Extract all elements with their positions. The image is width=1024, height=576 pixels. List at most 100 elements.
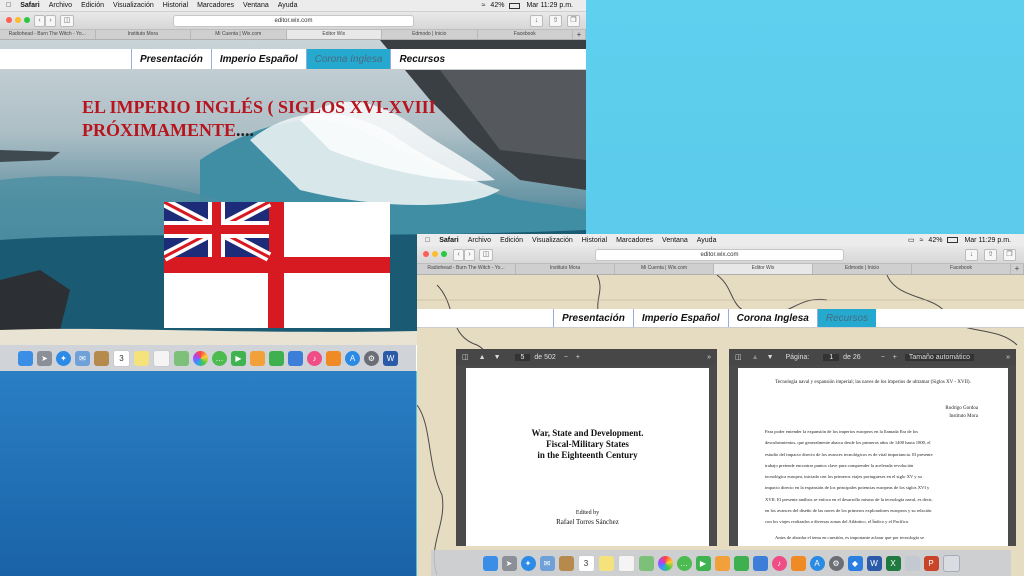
nav-presentacion-2[interactable]: Presentación (553, 309, 633, 327)
tab-edmodo-2[interactable]: Edmodo | Inicio (813, 264, 912, 274)
new-tab-button-2[interactable]: + (1011, 264, 1024, 274)
tab-radiohead-2[interactable]: Radiohead - Burn The Witch - Yo... (417, 264, 516, 274)
tabs-overview-button[interactable]: ❐ (567, 15, 580, 27)
keynote-icon[interactable] (752, 555, 768, 571)
screen-icon-2[interactable]: ▭ (908, 236, 915, 244)
numbers-icon[interactable] (269, 350, 284, 366)
menu-ayuda-2[interactable]: Ayuda (697, 237, 717, 244)
safari-icon[interactable]: ✦ (520, 555, 536, 571)
menu-ayuda[interactable]: Ayuda (278, 2, 298, 9)
wifi-icon-2[interactable]: ≈ (920, 237, 924, 244)
tab-edmodo[interactable]: Edmodo | Inicio (382, 30, 478, 39)
pdf-zoom-in-icon-2[interactable]: + (893, 354, 897, 361)
apple-icon[interactable]:  (6, 2, 11, 9)
contacts-icon[interactable] (94, 350, 109, 366)
pdf-next-page-icon[interactable]: ▼ (494, 354, 501, 361)
downloads-button[interactable]: ↓ (530, 15, 543, 27)
address-bar[interactable]: editor.wix.com (173, 15, 414, 27)
zoom-window-icon-2[interactable] (441, 251, 447, 257)
notes-icon[interactable] (134, 350, 149, 366)
menu-app-2[interactable]: Safari (439, 237, 458, 244)
forward-button-2[interactable]: › (464, 249, 475, 261)
maps-icon[interactable] (174, 350, 189, 366)
facetime-icon[interactable]: ▶ (231, 350, 246, 366)
ibooks-icon[interactable] (790, 555, 806, 571)
calendar-icon[interactable]: 3 (577, 554, 595, 572)
battery-percent-2[interactable]: 42% (928, 237, 942, 244)
sidebar-button[interactable]: ◫ (60, 15, 74, 27)
nav-presentacion[interactable]: Presentación (131, 49, 211, 69)
downloads-button-2[interactable]: ↓ (965, 249, 978, 261)
menu-marcadores[interactable]: Marcadores (197, 2, 234, 9)
nav-corona-inglesa[interactable]: Corona Inglesa (305, 49, 391, 69)
pdf-zoom-out-icon[interactable]: − (564, 354, 568, 361)
nav-corona-inglesa-2[interactable]: Corona Inglesa (727, 309, 817, 327)
battery-percent[interactable]: 42% (490, 2, 504, 9)
menu-historial-2[interactable]: Historial (582, 237, 607, 244)
menu-ventana-2[interactable]: Ventana (662, 237, 688, 244)
nav-recursos[interactable]: Recursos (390, 49, 453, 69)
keynote-icon[interactable] (288, 350, 303, 366)
maps-icon[interactable] (638, 555, 654, 571)
address-bar-2[interactable]: editor.wix.com (595, 249, 844, 261)
safari-icon[interactable]: ✦ (56, 350, 71, 366)
menu-app[interactable]: Safari (20, 2, 39, 9)
finder-icon[interactable] (482, 555, 498, 571)
tab-facebook-2[interactable]: Facebook (912, 264, 1011, 274)
word-icon[interactable]: W (866, 555, 882, 571)
tab-facebook[interactable]: Facebook (478, 30, 573, 39)
tabs-overview-button-2[interactable]: ❐ (1003, 249, 1016, 261)
pages-icon[interactable] (250, 350, 265, 366)
menu-visualizacion[interactable]: Visualización (113, 2, 154, 9)
close-window-icon-2[interactable] (423, 251, 429, 257)
notes-icon[interactable] (598, 555, 614, 571)
minimize-window-icon[interactable] (15, 17, 21, 23)
new-tab-button[interactable]: + (573, 30, 586, 39)
sidebar-button-2[interactable]: ◫ (479, 249, 493, 261)
apple-icon-2[interactable]:  (425, 237, 430, 244)
battery-icon[interactable] (509, 2, 521, 9)
pdf-zoom-in-icon[interactable]: + (576, 354, 580, 361)
reminders-icon[interactable] (153, 349, 170, 367)
pdf-zoom-out-icon-2[interactable]: − (881, 354, 885, 361)
menu-edicion-2[interactable]: Edición (500, 237, 523, 244)
powerpoint-icon[interactable]: P (923, 555, 939, 571)
numbers-icon[interactable] (733, 555, 749, 571)
appstore-icon[interactable]: A (345, 350, 360, 366)
preview-icon[interactable] (904, 555, 920, 571)
finder-icon[interactable] (18, 350, 33, 366)
itunes-icon[interactable]: ♪ (307, 350, 322, 366)
appstore-icon[interactable]: A (809, 555, 825, 571)
tab-instituto-mora-2[interactable]: Instituto Mora (516, 264, 615, 274)
menu-historial[interactable]: Historial (163, 2, 188, 9)
messages-icon[interactable]: … (676, 555, 692, 571)
tab-mi-cuenta[interactable]: Mi Cuenta | Wix.com (191, 30, 287, 39)
share-button-2[interactable]: ⇧ (984, 249, 997, 261)
pages-icon[interactable] (714, 555, 730, 571)
pdf-sidebar-toggle-icon[interactable]: ◫ (462, 353, 469, 361)
pdf-page-input[interactable]: 5 (514, 353, 531, 361)
tab-mi-cuenta-2[interactable]: Mi Cuenta | Wix.com (615, 264, 714, 274)
pdf-page-input-2[interactable]: 1 (823, 353, 840, 361)
calendar-icon[interactable]: 3 (113, 349, 130, 367)
nav-imperio-espanol-2[interactable]: Imperio Español (632, 309, 728, 327)
close-window-icon[interactable] (6, 17, 12, 23)
system-preferences-icon[interactable]: ⚙ (364, 350, 379, 366)
minimize-window-icon-2[interactable] (432, 251, 438, 257)
forward-button[interactable]: › (45, 15, 56, 27)
pdf-prev-page-icon-2[interactable]: ▲ (752, 354, 759, 361)
facetime-icon[interactable]: ▶ (695, 555, 711, 571)
wifi-icon[interactable]: ≈ (482, 2, 486, 9)
clock[interactable]: Mar 11:29 p.m. (526, 2, 573, 9)
tab-editor-wix-2[interactable]: Editor Wix (714, 264, 813, 274)
reminders-icon[interactable] (617, 554, 635, 572)
pdf-more-icon-2[interactable]: » (1006, 354, 1010, 361)
system-preferences-icon[interactable]: ⚙ (828, 555, 844, 571)
clock-2[interactable]: Mar 11:29 p.m. (964, 237, 1011, 244)
tab-editor-wix[interactable]: Editor Wix (286, 30, 382, 39)
pdf-zoom-select[interactable]: Tamaño automático (904, 353, 974, 361)
pdf-next-page-icon-2[interactable]: ▼ (767, 354, 774, 361)
menu-marcadores-2[interactable]: Marcadores (616, 237, 653, 244)
photos-icon[interactable] (193, 350, 208, 366)
menu-visualizacion-2[interactable]: Visualización (532, 237, 573, 244)
